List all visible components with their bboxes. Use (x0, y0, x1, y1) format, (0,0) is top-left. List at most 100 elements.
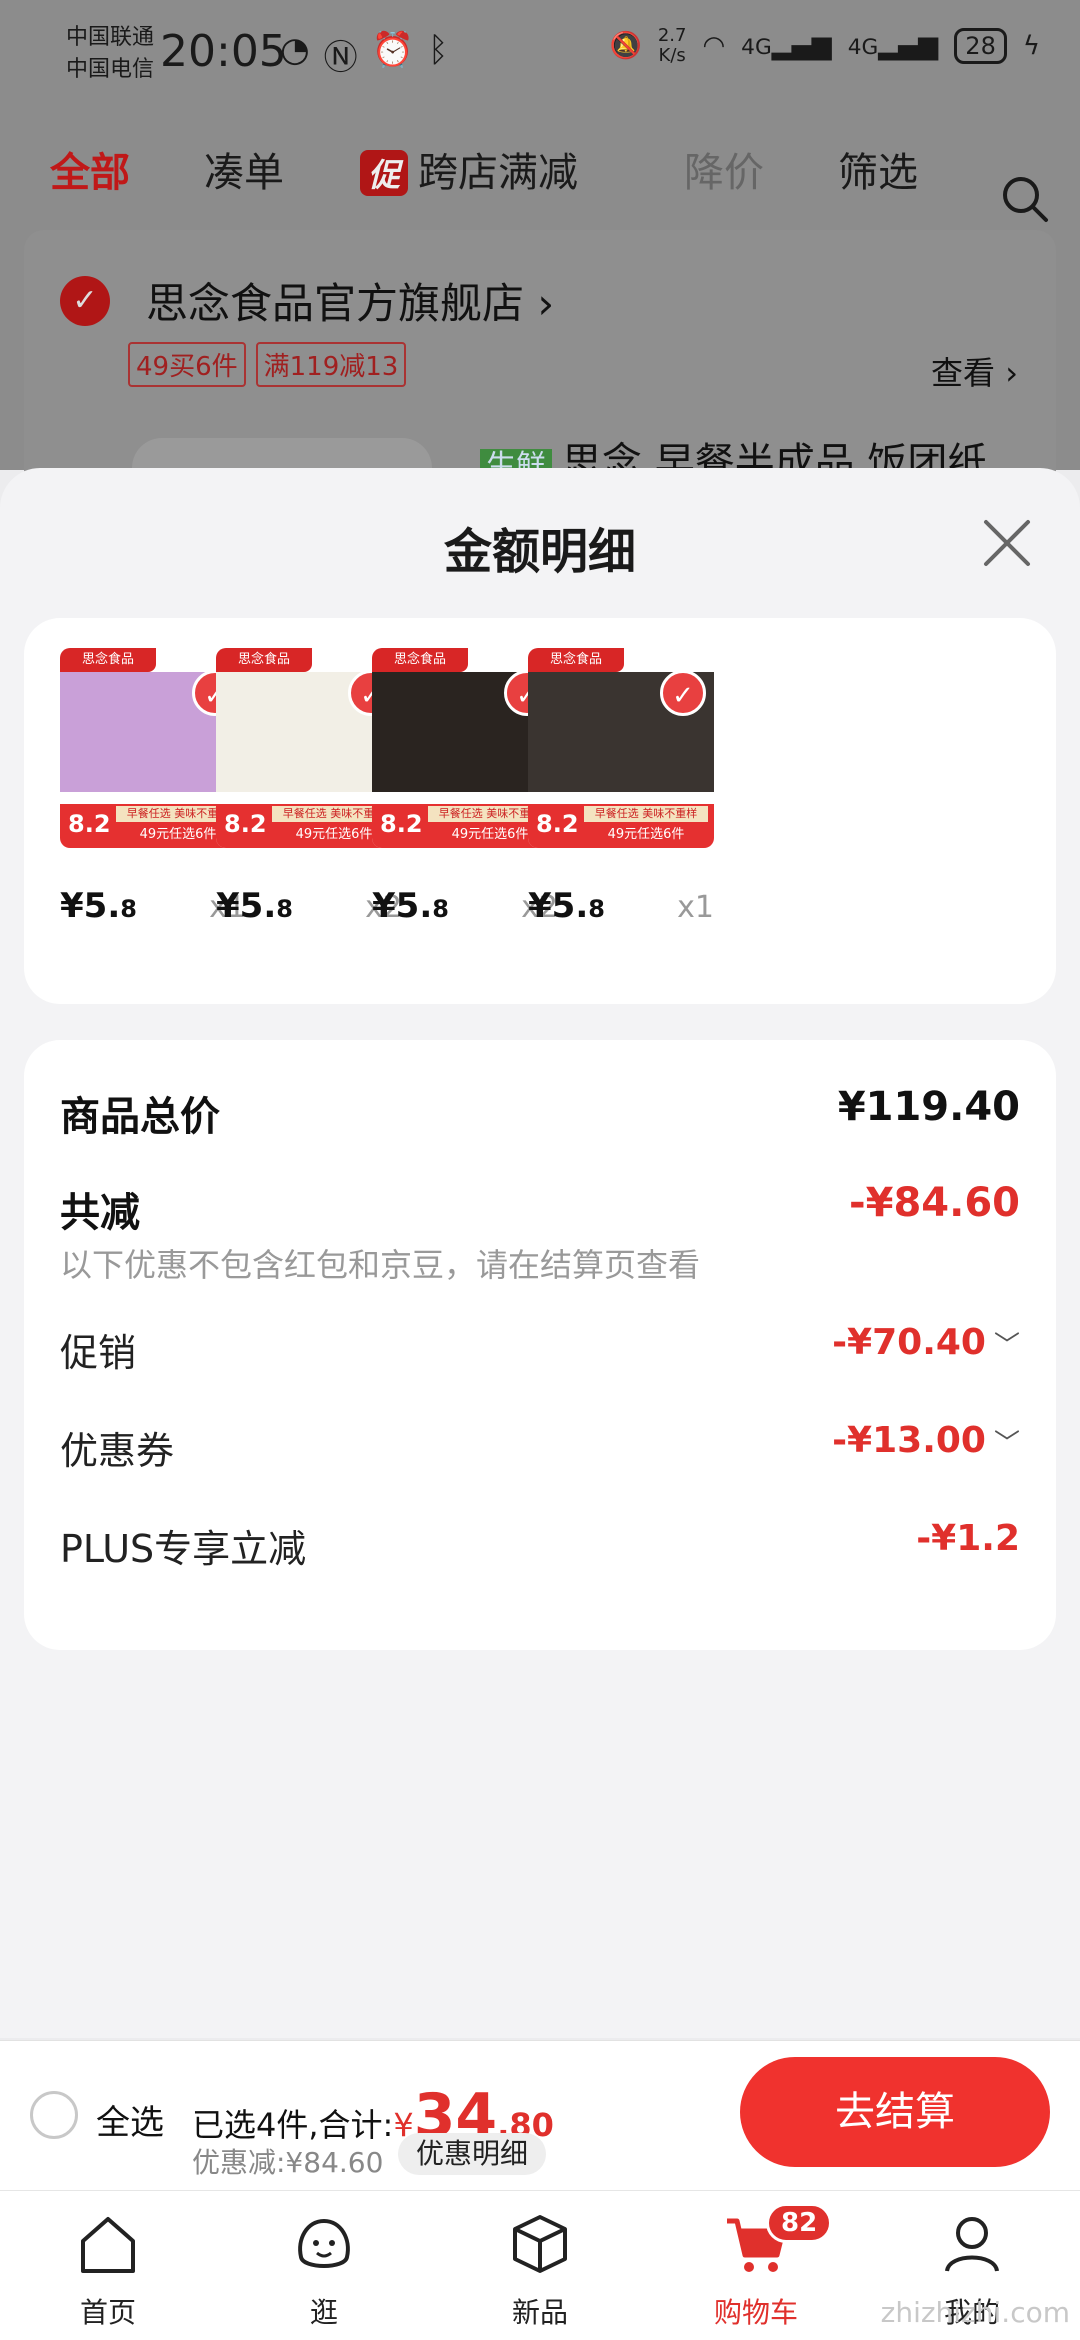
home-icon (81, 2217, 135, 2273)
price-int: ¥5. (528, 886, 589, 926)
store-view-link[interactable]: 查看 › (931, 348, 1018, 394)
product-image: 思念食品 8.2 早餐任选 美味不重样 49元任选6件 ✓ (528, 648, 714, 848)
carrier-info: 中国联通 中国电信 (66, 22, 154, 86)
tab-all[interactable]: 全部 (50, 140, 130, 198)
discount-note: 以下优惠不包含红包和京豆，请在结算页查看 (60, 1246, 701, 1284)
store-name-text: 思念食品官方旗舰店 (146, 279, 525, 328)
nav-browse-label: 逛 (309, 2296, 338, 2329)
price-summary-card: 商品总价 ¥119.40 共减 -¥84.60 以下优惠不包含红包和京豆，请在结… (24, 1040, 1056, 1650)
status-icons-left: ◔ Ⓝ ⏰ ᛒ (280, 30, 448, 79)
chevron-down-icon: ﹀ (993, 1429, 1020, 1459)
speed-value: 2.7 (657, 25, 687, 46)
signal-2: 4G▂▄▆ (847, 31, 939, 61)
total-reduce-label: 共减 (60, 1190, 140, 1236)
promotion-value: -¥70.40 ﹀ (832, 1322, 1020, 1363)
promo-banner: 8.2 早餐任选 美味不重样 49元任选6件 (528, 804, 714, 848)
store-tag: 49买6件 (128, 342, 246, 387)
alarm-icon: ⏰ (371, 30, 415, 70)
tab-price-drop[interactable]: 降价 (684, 140, 764, 198)
promotion-label: 促销 (60, 1331, 137, 1375)
promo-price: 8.2 (380, 810, 423, 838)
promo-strip: 早餐任选 美味不重样 (584, 806, 708, 822)
nav-home[interactable]: 首页 (38, 2209, 178, 2331)
selected-count: 已选4件,合计: (192, 2106, 394, 2144)
chevron-down-icon: ﹀ (993, 1331, 1020, 1361)
cart-page-background: 全部 凑单 促跨店满减 降价 筛选 ✓ 思念食品官方旗舰店 › 49买6件 满1… (0, 110, 1080, 498)
plus-discount-label: PLUS专享立减 (60, 1527, 307, 1571)
price-dec: 8 (276, 895, 293, 923)
sheet-title: 金额明细 (443, 524, 636, 580)
total-reduce-value: -¥84.60 (849, 1180, 1020, 1226)
tab-cross-store-label: 跨店满减 (418, 150, 579, 196)
promo-price: 8.2 (68, 810, 111, 838)
status-bar: 中国联通 中国电信 20:05 ◔ Ⓝ ⏰ ᛒ 🔕 2.7 K/s ◠ 4G▂▄… (0, 0, 1080, 110)
battery-indicator: 28 (954, 28, 1007, 64)
store-checkbox[interactable]: ✓ (60, 276, 110, 326)
brand-label: 思念食品 (60, 648, 156, 672)
price-int: ¥5. (216, 886, 277, 926)
selected-products-card: 思念食品 8.2 早餐任选 美味不重样 49元任选6件 ✓ ¥5.8 x1 思念… (24, 618, 1056, 1004)
checked-icon: ✓ (660, 670, 706, 716)
promo-price: 8.2 (536, 810, 579, 838)
store-name[interactable]: 思念食品官方旗舰店 › (146, 270, 554, 331)
net-type-1: 4G (741, 35, 772, 60)
speed-dial-icon: ◔ (280, 30, 310, 70)
price-int: ¥5. (372, 886, 433, 926)
product-item[interactable]: 思念食品 8.2 早餐任选 美味不重样 49元任选6件 ✓ ¥5.8 x1 (528, 648, 728, 926)
nav-home-label: 首页 (79, 2296, 136, 2329)
price-dec: 8 (120, 895, 137, 923)
nav-cart[interactable]: 82 购物车 (686, 2203, 833, 2331)
close-icon[interactable] (982, 518, 1032, 568)
search-icon[interactable] (1000, 174, 1050, 224)
promotion-amount: -¥70.40 (832, 1322, 986, 1363)
charging-icon: ϟ (1022, 31, 1040, 61)
promo-price: 8.2 (224, 810, 267, 838)
product-price: ¥5.8 (60, 886, 137, 926)
net-type-2: 4G (847, 35, 879, 60)
package-icon (513, 2215, 567, 2273)
checkout-bar: 全选 已选4件,合计:¥34.80 优惠减:¥84.60 优惠明细 去结算 (0, 2040, 1080, 2190)
clock: 20:05 (160, 26, 287, 77)
tab-cross-store[interactable]: 促跨店满减 (360, 140, 578, 198)
tab-bundle[interactable]: 凑单 (204, 140, 284, 198)
select-all-label[interactable]: 全选 (96, 2095, 164, 2144)
cart-count-badge: 82 (766, 2203, 833, 2243)
user-icon (945, 2217, 999, 2272)
bluetooth-icon: ᛒ (428, 30, 449, 70)
brand-label: 思念食品 (372, 648, 468, 672)
price-dec: 8 (432, 895, 449, 923)
promo-offer: 49元任选6件 (607, 827, 685, 842)
coupon-value: -¥13.00 ﹀ (832, 1420, 1020, 1461)
nav-cart-label: 购物车 (713, 2296, 798, 2329)
status-icons-right: 🔕 2.7 K/s ◠ 4G▂▄▆ 4G▂▄▆ 28 ϟ (609, 26, 1040, 66)
product-qty: x1 (677, 890, 714, 925)
amount-detail-sheet: 金额明细 思念食品 8.2 早餐任选 美味不重样 49元任选6件 ✓ ¥5.8 … (0, 468, 1080, 2038)
nav-new-label: 新品 (511, 2296, 568, 2329)
mute-icon: 🔕 (609, 31, 642, 61)
signal-1: 4G▂▄▆ (741, 31, 832, 61)
store-tag: 满119减13 (255, 342, 407, 387)
tab-filter[interactable]: 筛选 (838, 140, 918, 198)
plus-discount-value: -¥1.2 (916, 1518, 1020, 1559)
product-price: ¥5.8 (216, 886, 293, 926)
nav-new[interactable]: 新品 (470, 2209, 610, 2331)
promo-badge: 促 (360, 150, 409, 196)
coupon-amount: -¥13.00 (832, 1420, 986, 1461)
speed-unit: K/s (658, 45, 686, 66)
network-speed: 2.7 K/s (658, 26, 687, 66)
carrier-1: 中国联通 (66, 25, 155, 50)
price-dec: 8 (588, 895, 605, 923)
store-card: ✓ 思念食品官方旗舰店 › 49买6件 满119减13 查看 › 生鲜 思念 早餐… (24, 230, 1056, 498)
browse-icon (298, 2218, 350, 2268)
product-price: ¥5.8 (372, 886, 449, 926)
carrier-2: 中国电信 (66, 57, 155, 82)
checkout-button[interactable]: 去结算 (740, 2057, 1050, 2167)
discount-amount: 优惠减:¥84.60 (192, 2146, 384, 2179)
nav-browse[interactable]: 逛 (254, 2209, 394, 2331)
select-all-checkbox[interactable] (30, 2091, 78, 2139)
price-int: ¥5. (60, 886, 121, 926)
nfc-icon: Ⓝ (323, 38, 358, 78)
wifi-icon: ◠ (702, 31, 726, 61)
total-price-label: 商品总价 (60, 1094, 220, 1140)
discount-detail-button[interactable]: 优惠明细 (398, 2133, 547, 2175)
